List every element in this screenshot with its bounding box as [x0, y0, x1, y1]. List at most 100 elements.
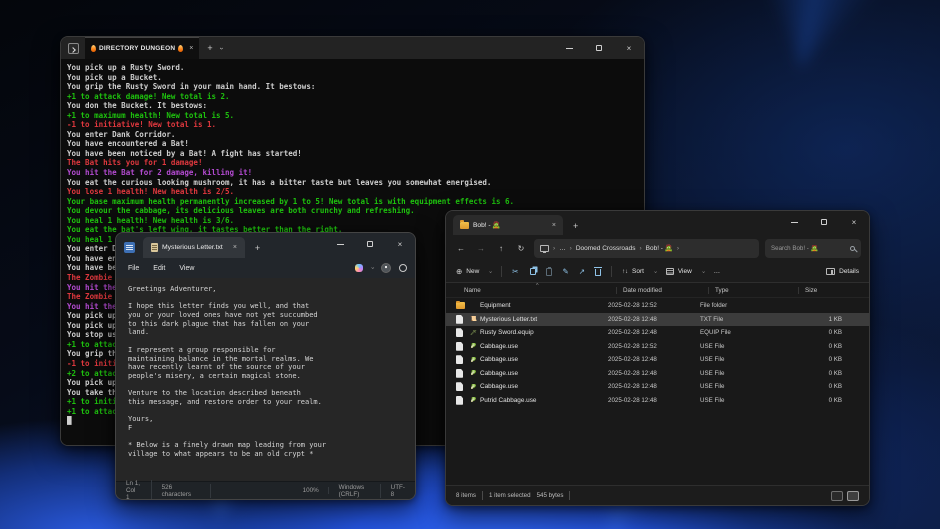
terminal-titlebar[interactable]: DIRECTORY DUNGEON × + › × [61, 37, 644, 59]
file-size: 0 KB [790, 370, 842, 377]
file-type: TXT File [700, 316, 790, 323]
tab-close-icon[interactable]: × [552, 222, 556, 229]
minimize-button[interactable] [554, 37, 584, 59]
rename-button[interactable]: ✎ [562, 267, 568, 276]
file-emoji: 🥬 [470, 343, 480, 349]
notepad-line [128, 433, 405, 442]
menu-edit[interactable]: Edit [153, 265, 165, 272]
close-button[interactable]: × [839, 211, 869, 233]
column-header-name[interactable]: Name ^ [464, 287, 616, 294]
column-header-date[interactable]: Date modified [616, 287, 708, 294]
explorer-status-bar: 8 items 1 item selected 545 bytes [446, 485, 869, 505]
file-row[interactable]: 🥬 Cabbage.use 2025-02-28 12:52 USE File … [446, 340, 869, 354]
file-name: Mysterious Letter.txt [480, 316, 608, 323]
breadcrumb[interactable]: › … › Doomed Crossroads › Bob! - 🧟 › [534, 239, 759, 258]
menu-view[interactable]: View [179, 265, 194, 272]
terminal-tab[interactable]: DIRECTORY DUNGEON × [85, 37, 199, 59]
new-tab-button[interactable]: + [573, 221, 578, 231]
large-icons-view-toggle[interactable] [847, 491, 859, 501]
view-button[interactable]: View [678, 268, 692, 275]
chevron-down-icon: › [700, 271, 706, 273]
file-date-modified: 2025-02-28 12:48 [608, 356, 700, 363]
refresh-button[interactable]: ↻ [514, 244, 528, 253]
chevron-down-icon[interactable]: › [369, 267, 375, 269]
column-header-type[interactable]: Type [708, 287, 798, 294]
minimize-button[interactable] [779, 211, 809, 233]
sort-button[interactable]: Sort [632, 268, 644, 275]
copilot-icon[interactable] [355, 264, 363, 272]
zoom-level[interactable]: 100% [293, 487, 329, 494]
window-controls: × [325, 233, 415, 258]
account-avatar[interactable] [381, 263, 391, 273]
breadcrumb-ellipsis[interactable]: … [559, 245, 566, 252]
notepad-editor[interactable]: Greetings Adventurer,I hope this letter … [116, 278, 415, 481]
file-row[interactable]: 🥬 Putrid Cabbage.use 2025-02-28 12:48 US… [446, 394, 869, 408]
menu-file[interactable]: File [128, 265, 139, 272]
notepad-titlebar[interactable]: Mysterious Letter.txt × + × [116, 233, 415, 258]
file-type: USE File [700, 370, 790, 377]
new-tab-button[interactable]: + [207, 43, 212, 53]
back-button[interactable]: ← [454, 244, 468, 253]
file-type: USE File [700, 356, 790, 363]
chevron-right-icon: › [639, 245, 641, 252]
file-row[interactable]: 🥬 Cabbage.use 2025-02-28 12:48 USE File … [446, 367, 869, 381]
file-row[interactable]: 📜 Mysterious Letter.txt 2025-02-28 12:48… [446, 313, 869, 327]
forward-button[interactable]: → [474, 244, 488, 253]
maximize-icon [821, 219, 827, 225]
file-type: USE File [700, 397, 790, 404]
search-box[interactable] [765, 239, 861, 258]
file-name: Cabbage.use [480, 370, 608, 377]
new-button[interactable]: New [466, 268, 479, 275]
new-tab-button[interactable]: + [255, 243, 260, 253]
tab-close-icon[interactable]: × [233, 244, 237, 251]
details-pane-icon [826, 268, 835, 275]
breadcrumb-item-current[interactable]: Bob! - 🧟 [646, 244, 673, 252]
share-button[interactable]: ↗ [579, 267, 585, 276]
status-divider [569, 491, 570, 500]
maximize-button[interactable] [584, 37, 614, 59]
new-icon[interactable]: ⊕ [456, 267, 462, 276]
notepad-line: * Below is a finely drawn map leading fr… [128, 441, 405, 450]
file-date-modified: 2025-02-28 12:52 [608, 302, 700, 309]
settings-gear-icon[interactable] [399, 264, 407, 272]
delete-button[interactable] [595, 269, 601, 276]
column-header-size[interactable]: Size [798, 287, 856, 294]
file-type-icon [456, 328, 470, 337]
file-emoji: 🥬 [470, 357, 480, 363]
explorer-tabbar[interactable]: Bob! - 🧟 × + × [446, 211, 869, 235]
file-row[interactable]: 🥬 Cabbage.use 2025-02-28 12:48 USE File … [446, 380, 869, 394]
explorer-tab[interactable]: Bob! - 🧟 × [453, 215, 563, 235]
notepad-tab[interactable]: Mysterious Letter.txt × [143, 237, 245, 258]
details-view-toggle[interactable] [831, 491, 843, 501]
cut-button[interactable]: ✂ [512, 267, 518, 276]
search-input[interactable] [771, 245, 846, 252]
file-row[interactable]: 🥬 Cabbage.use 2025-02-28 12:48 USE File … [446, 353, 869, 367]
minimize-button[interactable] [325, 233, 355, 255]
file-type-icon [456, 315, 470, 324]
tab-close-icon[interactable]: × [189, 45, 193, 52]
notepad-line: I represent a group responsible for [128, 346, 405, 355]
notepad-line: people's misery, a certain magical stone… [128, 372, 405, 381]
close-button[interactable]: × [614, 37, 644, 59]
maximize-button[interactable] [809, 211, 839, 233]
close-button[interactable]: × [385, 233, 415, 255]
chevron-down-icon[interactable]: › [217, 47, 224, 49]
breadcrumb-item[interactable]: Doomed Crossroads [576, 245, 636, 252]
file-type: EQUIP File [700, 329, 790, 336]
minimize-icon [791, 222, 798, 223]
notepad-line: maintaining balance in the mortal realms… [128, 355, 405, 364]
line-ending: Windows (CRLF) [329, 484, 381, 498]
file-type: USE File [700, 343, 790, 350]
paste-button[interactable] [546, 268, 552, 276]
file-row[interactable]: 🗡 Rusty Sword.equip 2025-02-28 12:48 EQU… [446, 326, 869, 340]
up-button[interactable]: ↑ [494, 244, 508, 253]
file-list: Equipment 2025-02-28 12:52 File folder 📜… [446, 299, 869, 485]
file-date-modified: 2025-02-28 12:52 [608, 343, 700, 350]
maximize-icon [367, 241, 373, 247]
copy-button[interactable] [530, 268, 536, 275]
maximize-button[interactable] [355, 233, 385, 255]
file-row[interactable]: Equipment 2025-02-28 12:52 File folder [446, 299, 869, 313]
details-button[interactable]: Details [839, 268, 859, 275]
more-options-button[interactable]: … [714, 268, 721, 275]
file-type: USE File [700, 383, 790, 390]
